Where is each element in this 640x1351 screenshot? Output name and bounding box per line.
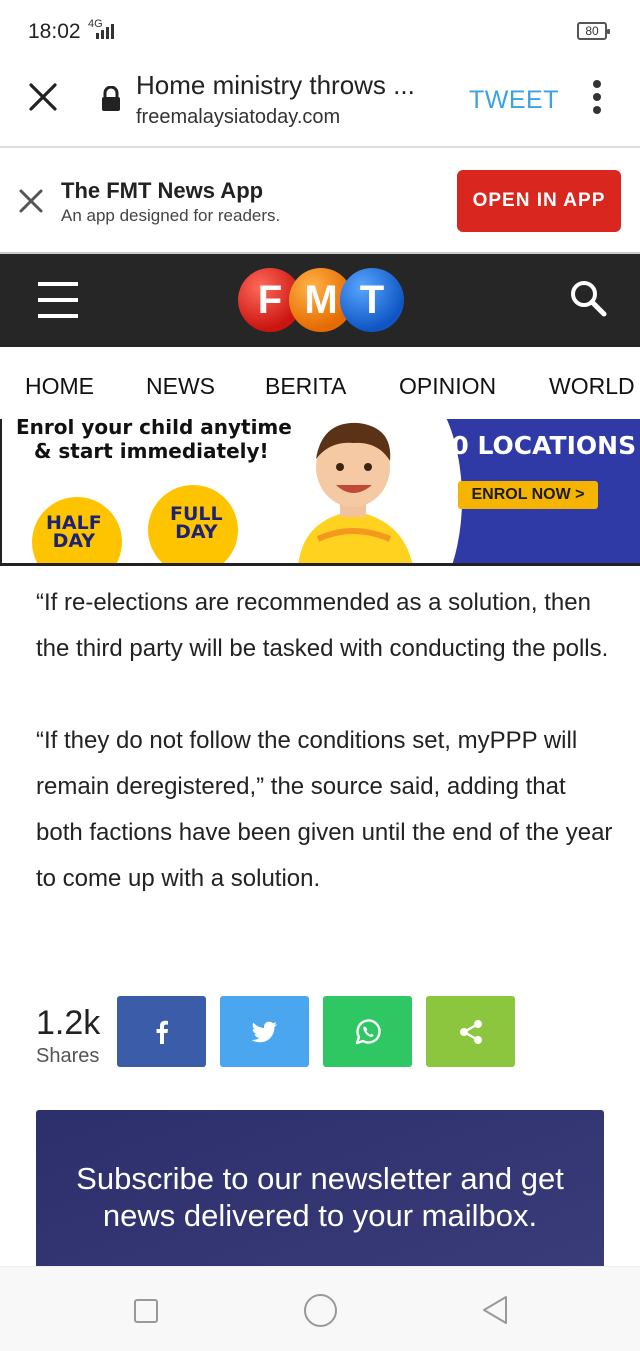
ad-day-label: DAY xyxy=(52,530,96,552)
system-navigation-bar xyxy=(0,1266,640,1351)
close-icon[interactable] xyxy=(26,80,60,114)
status-time: 18:02 xyxy=(28,20,81,43)
browser-toolbar: Home ministry throws ... freemalaysiatod… xyxy=(0,62,640,148)
open-in-app-button[interactable]: OPEN IN APP xyxy=(457,170,621,232)
article-body: “If re-elections are recommended as a so… xyxy=(36,580,616,948)
ad-headline: Enrol your child anytime & start immedia… xyxy=(16,419,292,463)
nav-item-berita[interactable]: BERITA xyxy=(265,373,346,400)
ad-headline-line2: & start immediately! xyxy=(34,439,269,463)
app-description: An app designed for readers. xyxy=(61,206,281,225)
ad-locations-text: 50 LOCATIONS xyxy=(434,431,637,460)
facebook-share-button[interactable] xyxy=(117,996,206,1067)
twitter-icon xyxy=(251,1021,277,1042)
recent-apps-icon[interactable] xyxy=(134,1299,158,1323)
article-paragraph: “If re-elections are recommended as a so… xyxy=(36,589,609,662)
share-icon xyxy=(459,1019,482,1044)
advertisement-banner[interactable]: Enrol your child anytime & start immedia… xyxy=(0,419,640,566)
page-title: Home ministry throws ... xyxy=(136,70,415,100)
facebook-icon xyxy=(156,1020,168,1044)
section-nav: HOME NEWS BERITA OPINION WORLD xyxy=(0,347,640,419)
share-count: 1.2k Shares xyxy=(36,1004,100,1068)
app-install-banner: The FMT News App An app designed for rea… xyxy=(0,150,640,254)
twitter-share-button[interactable] xyxy=(220,996,309,1067)
tweet-button[interactable]: TWEET xyxy=(469,86,559,115)
page-domain: freemalaysiatoday.com xyxy=(136,106,341,128)
newsletter-signup-box: Subscribe to our newsletter and get news… xyxy=(36,1110,604,1270)
signal-icon xyxy=(96,24,114,39)
generic-share-button[interactable] xyxy=(426,996,515,1067)
search-icon[interactable] xyxy=(568,278,608,318)
nav-item-opinion[interactable]: OPINION xyxy=(399,373,496,400)
nav-item-news[interactable]: NEWS xyxy=(146,373,215,400)
lock-icon xyxy=(102,86,120,111)
back-icon[interactable] xyxy=(480,1294,510,1326)
nav-item-home[interactable]: HOME xyxy=(25,373,94,400)
newsletter-text: Subscribe to our newsletter and get news… xyxy=(76,1161,564,1233)
app-name: The FMT News App xyxy=(61,178,264,203)
whatsapp-share-button[interactable] xyxy=(323,996,412,1067)
share-count-label: Shares xyxy=(36,1045,100,1067)
home-icon[interactable] xyxy=(304,1294,337,1327)
ad-headline-line1: Enrol your child anytime xyxy=(16,419,292,439)
child-illustration xyxy=(298,422,413,563)
ad-enrol-now-button[interactable]: ENROL NOW > xyxy=(458,481,598,509)
status-bar: 18:02 4G 80 xyxy=(0,0,640,62)
logo-letter-t: T xyxy=(340,268,404,332)
site-logo[interactable]: F M T xyxy=(238,268,404,332)
more-options-icon[interactable] xyxy=(590,80,604,120)
nav-item-world[interactable]: WORLD xyxy=(549,373,635,400)
site-header: F M T xyxy=(0,254,640,347)
share-count-value: 1.2k xyxy=(36,1004,101,1042)
menu-icon[interactable] xyxy=(38,282,78,318)
banner-close-icon[interactable] xyxy=(18,188,44,214)
whatsapp-icon xyxy=(355,1018,381,1044)
battery-icon: 80 xyxy=(577,22,610,40)
ad-full-day-text: FULL DAY xyxy=(170,505,223,543)
article-paragraph: “If they do not follow the conditions se… xyxy=(36,727,613,892)
ad-day-label-2: DAY xyxy=(175,521,218,543)
ad-half-day-text: HALF DAY xyxy=(46,514,102,552)
